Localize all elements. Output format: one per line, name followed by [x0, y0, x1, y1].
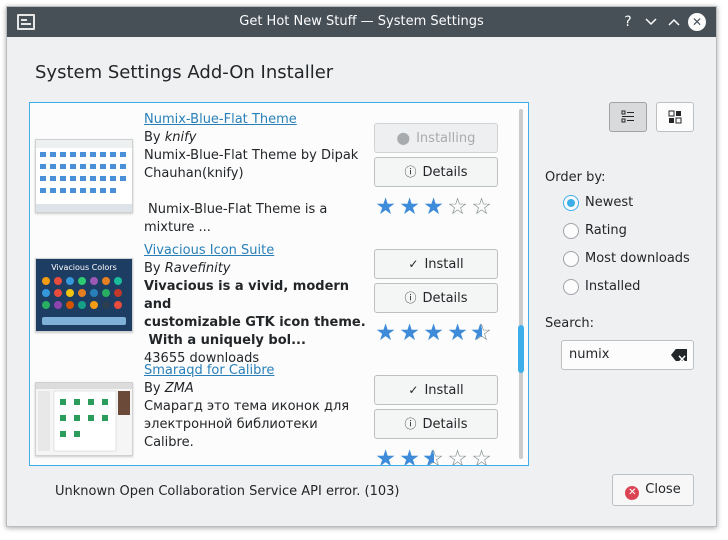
list-item: Vivacious Colors Vivacious Icon Suite By…: [30, 238, 510, 366]
search-label: Search:: [545, 316, 595, 331]
item-description: электронной библиотеки: [144, 417, 318, 432]
item-author: By knify: [144, 130, 197, 145]
install-button[interactable]: ✓ Install: [374, 375, 498, 405]
list-item: Numix-Blue-Flat Theme By knify Numix-Blu…: [30, 103, 510, 235]
close-window-icon[interactable]: ✕: [688, 13, 706, 31]
item-description: Смарагд это тема иконок для: [144, 399, 350, 414]
item-description: Numix-Blue-Flat Theme is a: [148, 202, 328, 217]
star-full-icon: ★: [399, 194, 421, 220]
item-author: By Ravefinity: [144, 261, 231, 276]
star-full-icon: ★: [423, 194, 445, 220]
rating-stars: ★ ★ ★ ☆ ☆: [374, 195, 498, 219]
radio-dot: [563, 223, 579, 239]
star-full-icon: ★: [375, 320, 397, 346]
scrollbar-track[interactable]: [519, 109, 523, 459]
list-view-icon: [621, 110, 634, 123]
item-description: customizable GTK icon theme.: [144, 315, 366, 330]
star-empty-icon: ☆: [471, 446, 493, 466]
info-icon: ⓘ: [404, 291, 417, 305]
detailed-view-toggle[interactable]: [609, 102, 647, 132]
star-half-icon: ☆: [422, 447, 446, 465]
item-description: Calibre.: [144, 435, 194, 450]
radio-dot: [563, 279, 579, 295]
star-full-icon: ★: [423, 320, 445, 346]
item-description: Vivacious is a vivid, modern and: [144, 279, 350, 312]
search-input[interactable]: numix: [561, 340, 694, 370]
close-icon: ✕: [625, 486, 640, 500]
list-item: Smaraqd for Calibre By ZMA Смарагд это т…: [30, 358, 510, 466]
info-icon: ⓘ: [404, 417, 417, 431]
preview-thumbnail[interactable]: [35, 382, 133, 456]
details-button[interactable]: ⓘ Details: [374, 283, 498, 313]
clear-search-icon[interactable]: [671, 349, 687, 361]
status-message: Unknown Open Collaboration Service API e…: [55, 484, 400, 499]
item-name-link[interactable]: Vivacious Icon Suite: [144, 242, 366, 260]
download-icon: ⬤: [396, 131, 411, 145]
order-by-label: Order by:: [545, 170, 606, 185]
radio-dot: [563, 251, 579, 267]
item-description: With a uniquely bol...: [144, 333, 306, 348]
order-most-downloads-radio[interactable]: Most downloads: [563, 249, 690, 269]
item-author: By ZMA: [144, 381, 194, 396]
item-description: Numix-Blue-Flat Theme by Dipak: [144, 148, 359, 163]
item-name-link[interactable]: Smaraqd for Calibre: [144, 362, 366, 380]
order-rating-radio[interactable]: Rating: [563, 221, 627, 241]
addon-list[interactable]: Numix-Blue-Flat Theme By knify Numix-Blu…: [29, 102, 529, 466]
icon-view-toggle[interactable]: [656, 102, 694, 132]
checkmark-icon: ✓: [408, 257, 419, 271]
details-button[interactable]: ⓘ Details: [374, 157, 498, 187]
dialog-window: Get Hot New Stuff — System Settings ? ✕ …: [6, 6, 717, 527]
minimize-icon[interactable]: [640, 11, 662, 33]
star-full-icon: ★: [447, 320, 469, 346]
star-full-icon: ★: [399, 446, 421, 466]
item-info: Smaraqd for Calibre By ZMA Смарагд это т…: [144, 362, 366, 452]
title-bar[interactable]: Get Hot New Stuff — System Settings ? ✕: [7, 7, 716, 37]
star-full-icon: ★: [375, 446, 397, 466]
star-half-icon: ☆: [470, 321, 494, 345]
info-icon: ⓘ: [404, 165, 417, 179]
order-installed-radio[interactable]: Installed: [563, 277, 640, 297]
maximize-icon[interactable]: [663, 11, 685, 33]
item-name-link[interactable]: Numix-Blue-Flat Theme: [144, 111, 366, 129]
star-empty-icon: ☆: [471, 194, 493, 220]
dialog-heading: System Settings Add-On Installer: [35, 62, 334, 83]
window-title: Get Hot New Stuff — System Settings: [239, 14, 484, 29]
rating-stars: ★★★★☆: [374, 321, 498, 345]
star-empty-icon: ☆: [447, 446, 469, 466]
radio-dot: [563, 195, 579, 211]
item-info: Vivacious Icon Suite By Ravefinity Vivac…: [144, 242, 366, 368]
star-full-icon: ★: [375, 194, 397, 220]
item-description: Chauhan(knify): [144, 166, 244, 181]
scrollbar-thumb[interactable]: [518, 325, 524, 373]
rating-stars: ★★☆☆☆: [374, 446, 498, 466]
installing-button: ⬤ Installing: [374, 123, 498, 153]
svg-text:Vivacious Colors: Vivacious Colors: [51, 263, 117, 272]
order-newest-radio[interactable]: Newest: [563, 193, 633, 213]
checkmark-icon: ✓: [408, 383, 419, 397]
item-description: mixture ...: [144, 220, 211, 235]
item-info: Numix-Blue-Flat Theme By knify Numix-Blu…: [144, 111, 366, 237]
install-button[interactable]: ✓ Install: [374, 249, 498, 279]
close-button[interactable]: ✕ Close: [612, 474, 694, 506]
preview-thumbnail[interactable]: Vivacious Colors: [35, 258, 133, 332]
star-full-icon: ★: [399, 320, 421, 346]
star-empty-icon: ☆: [447, 194, 469, 220]
help-icon[interactable]: ?: [617, 11, 639, 33]
preview-thumbnail[interactable]: [35, 139, 133, 213]
grid-view-icon: [668, 110, 682, 124]
details-button[interactable]: ⓘ Details: [374, 409, 498, 439]
